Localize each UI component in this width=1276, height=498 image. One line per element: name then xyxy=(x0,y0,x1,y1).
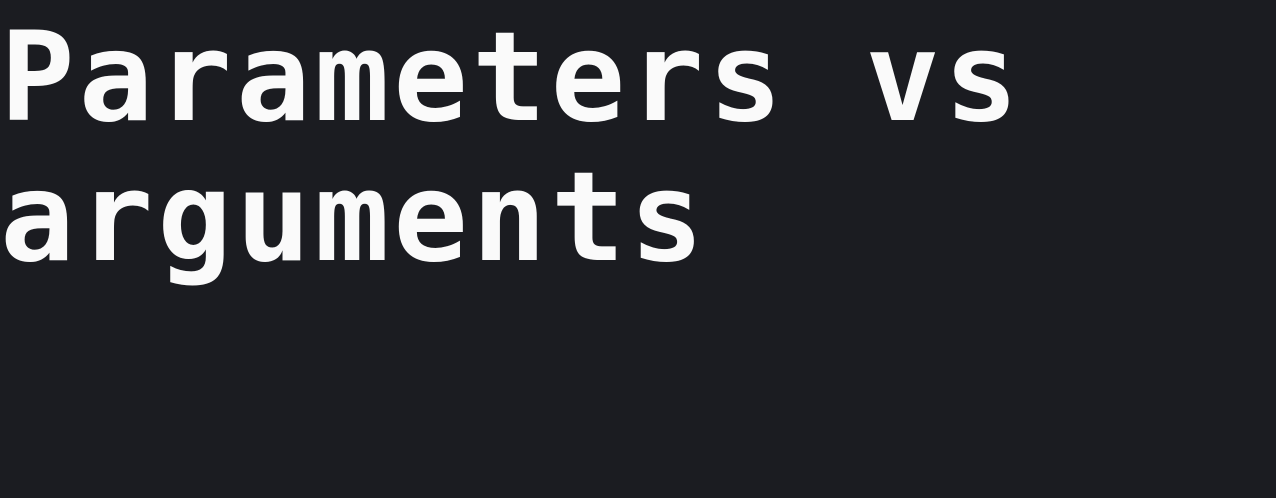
slide-title: Parameters vs arguments xyxy=(0,8,1023,288)
title-line-2: arguments xyxy=(0,146,708,290)
slide-canvas: Parameters vs arguments xyxy=(0,0,1276,498)
title-line-1: Parameters vs xyxy=(0,6,1023,150)
